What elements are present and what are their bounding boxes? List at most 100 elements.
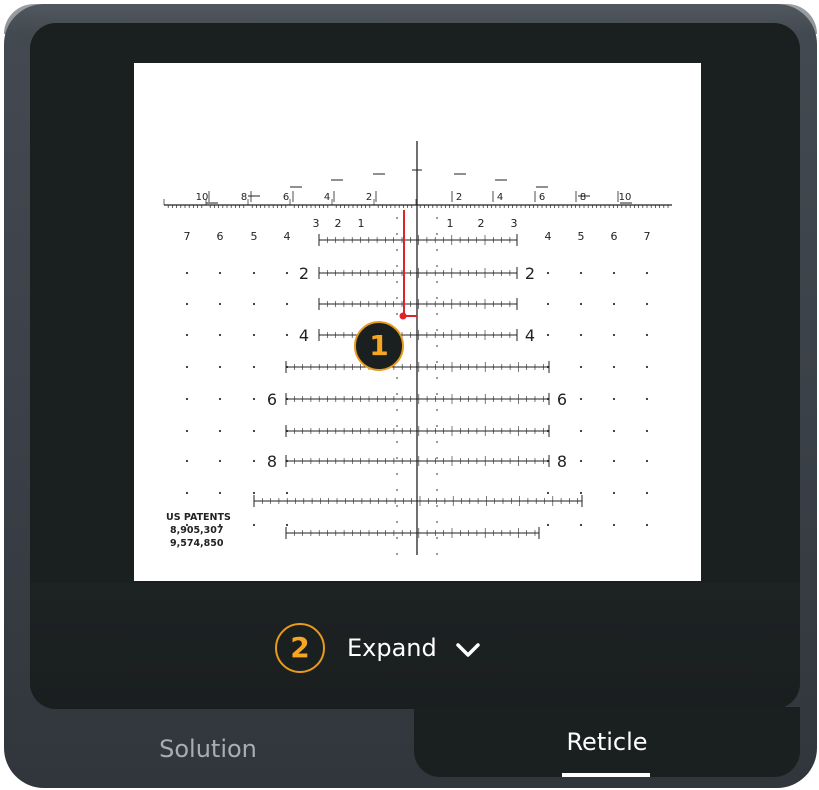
center-dot — [436, 313, 438, 315]
grid-dot — [612, 429, 616, 433]
grid-dot — [579, 491, 583, 495]
grid-dot — [218, 365, 222, 369]
grid-dot — [185, 333, 189, 337]
center-dot — [396, 409, 398, 411]
top-scale-label-6: 4 — [497, 192, 503, 203]
patent-title: US PATENTS — [166, 512, 231, 523]
grid-dot — [546, 523, 550, 527]
row-label-right-6: 6 — [557, 390, 567, 409]
grid-dot — [612, 333, 616, 337]
grid-dot — [579, 302, 583, 306]
red-hold-point — [399, 312, 407, 320]
scale-left-5: 2 — [335, 217, 342, 230]
scale-right-5: 6 — [611, 230, 618, 243]
center-dot — [396, 425, 398, 427]
grid-dot — [579, 429, 583, 433]
grid-dot — [612, 271, 616, 275]
scale-right-2: 3 — [511, 217, 518, 230]
top-scale-label-1: 8 — [241, 192, 247, 203]
top-scale-label-9: 10 — [619, 192, 632, 203]
expand-button[interactable]: 2 Expand — [275, 623, 515, 673]
tab-solution[interactable]: Solution — [4, 709, 412, 788]
center-dot — [396, 505, 398, 507]
grid-dot — [185, 429, 189, 433]
grid-dot — [218, 271, 222, 275]
top-scale-label-5: 2 — [456, 192, 462, 203]
center-dot — [396, 281, 398, 283]
center-dot — [436, 521, 438, 523]
row-label-left-6: 6 — [267, 390, 277, 409]
row-label-right-8: 8 — [557, 452, 567, 471]
grid-dot — [252, 365, 256, 369]
grid-dot — [645, 302, 649, 306]
row-label-left-4: 4 — [299, 326, 309, 345]
grid-dot — [546, 271, 550, 275]
center-dot — [396, 377, 398, 379]
grid-dot — [285, 491, 289, 495]
grid-dot — [218, 491, 222, 495]
expand-label: Expand — [347, 634, 437, 662]
row-label-right-2: 2 — [525, 264, 535, 283]
center-dot — [396, 217, 398, 219]
center-dot — [436, 505, 438, 507]
grid-dot — [252, 397, 256, 401]
center-dot — [396, 553, 398, 555]
tab-reticle[interactable]: Reticle — [414, 707, 800, 777]
grid-dot — [645, 333, 649, 337]
grid-dot — [285, 333, 289, 337]
scale-right-3: 4 — [545, 230, 552, 243]
device-frame: 10 8 6 4 2 2 4 6 8 10 7 6 5 4 3 2 1 1 2 3 4 5 6 7 2 2 4 4 6 6 8 8 US PAT… — [4, 4, 817, 788]
grid-dot — [579, 459, 583, 463]
center-dot — [436, 281, 438, 283]
grid-dot — [185, 271, 189, 275]
center-dot — [436, 265, 438, 267]
grid-dot — [645, 365, 649, 369]
center-dot — [436, 425, 438, 427]
grid-dot — [645, 523, 649, 527]
scale-right-1: 2 — [478, 217, 485, 230]
scale-left-2: 5 — [251, 230, 258, 243]
center-dot — [436, 297, 438, 299]
tab-solution-label: Solution — [159, 734, 257, 763]
grid-dot — [579, 365, 583, 369]
scale-left-0: 7 — [184, 230, 191, 243]
grid-dot — [579, 271, 583, 275]
center-dot — [436, 249, 438, 251]
center-dot — [436, 457, 438, 459]
center-dot — [396, 393, 398, 395]
center-dot — [396, 313, 398, 315]
center-dot — [396, 473, 398, 475]
scale-left-1: 6 — [217, 230, 224, 243]
grid-dot — [612, 491, 616, 495]
scale-right-4: 5 — [578, 230, 585, 243]
chevron-down-icon — [456, 643, 480, 657]
grid-dot — [612, 397, 616, 401]
grid-dot — [546, 302, 550, 306]
reticle-image: 10 8 6 4 2 2 4 6 8 10 7 6 5 4 3 2 1 1 2 3 4 5 6 7 2 2 4 4 6 6 8 8 US PAT… — [134, 63, 701, 581]
grid-dot — [645, 459, 649, 463]
tab-bar: Solution Reticle — [4, 707, 817, 788]
center-dot — [396, 521, 398, 523]
center-dot — [396, 537, 398, 539]
grid-dot — [185, 397, 189, 401]
center-dot — [396, 233, 398, 235]
grid-dot — [285, 271, 289, 275]
grid-dot — [252, 491, 256, 495]
grid-dot — [252, 302, 256, 306]
grid-dot — [218, 429, 222, 433]
center-dot — [436, 473, 438, 475]
grid-dot — [612, 365, 616, 369]
patent-number-2: 9,574,850 — [170, 538, 224, 549]
grid-dot — [645, 491, 649, 495]
grid-dot — [252, 523, 256, 527]
center-dot — [396, 441, 398, 443]
center-dot — [396, 457, 398, 459]
center-dot — [436, 489, 438, 491]
top-scale-label-3: 4 — [324, 192, 330, 203]
top-scale-label-2: 6 — [283, 192, 289, 203]
grid-dot — [612, 523, 616, 527]
grid-dot — [185, 459, 189, 463]
center-dot — [436, 409, 438, 411]
top-scale-label-8: 8 — [580, 192, 586, 203]
grid-dot — [285, 302, 289, 306]
